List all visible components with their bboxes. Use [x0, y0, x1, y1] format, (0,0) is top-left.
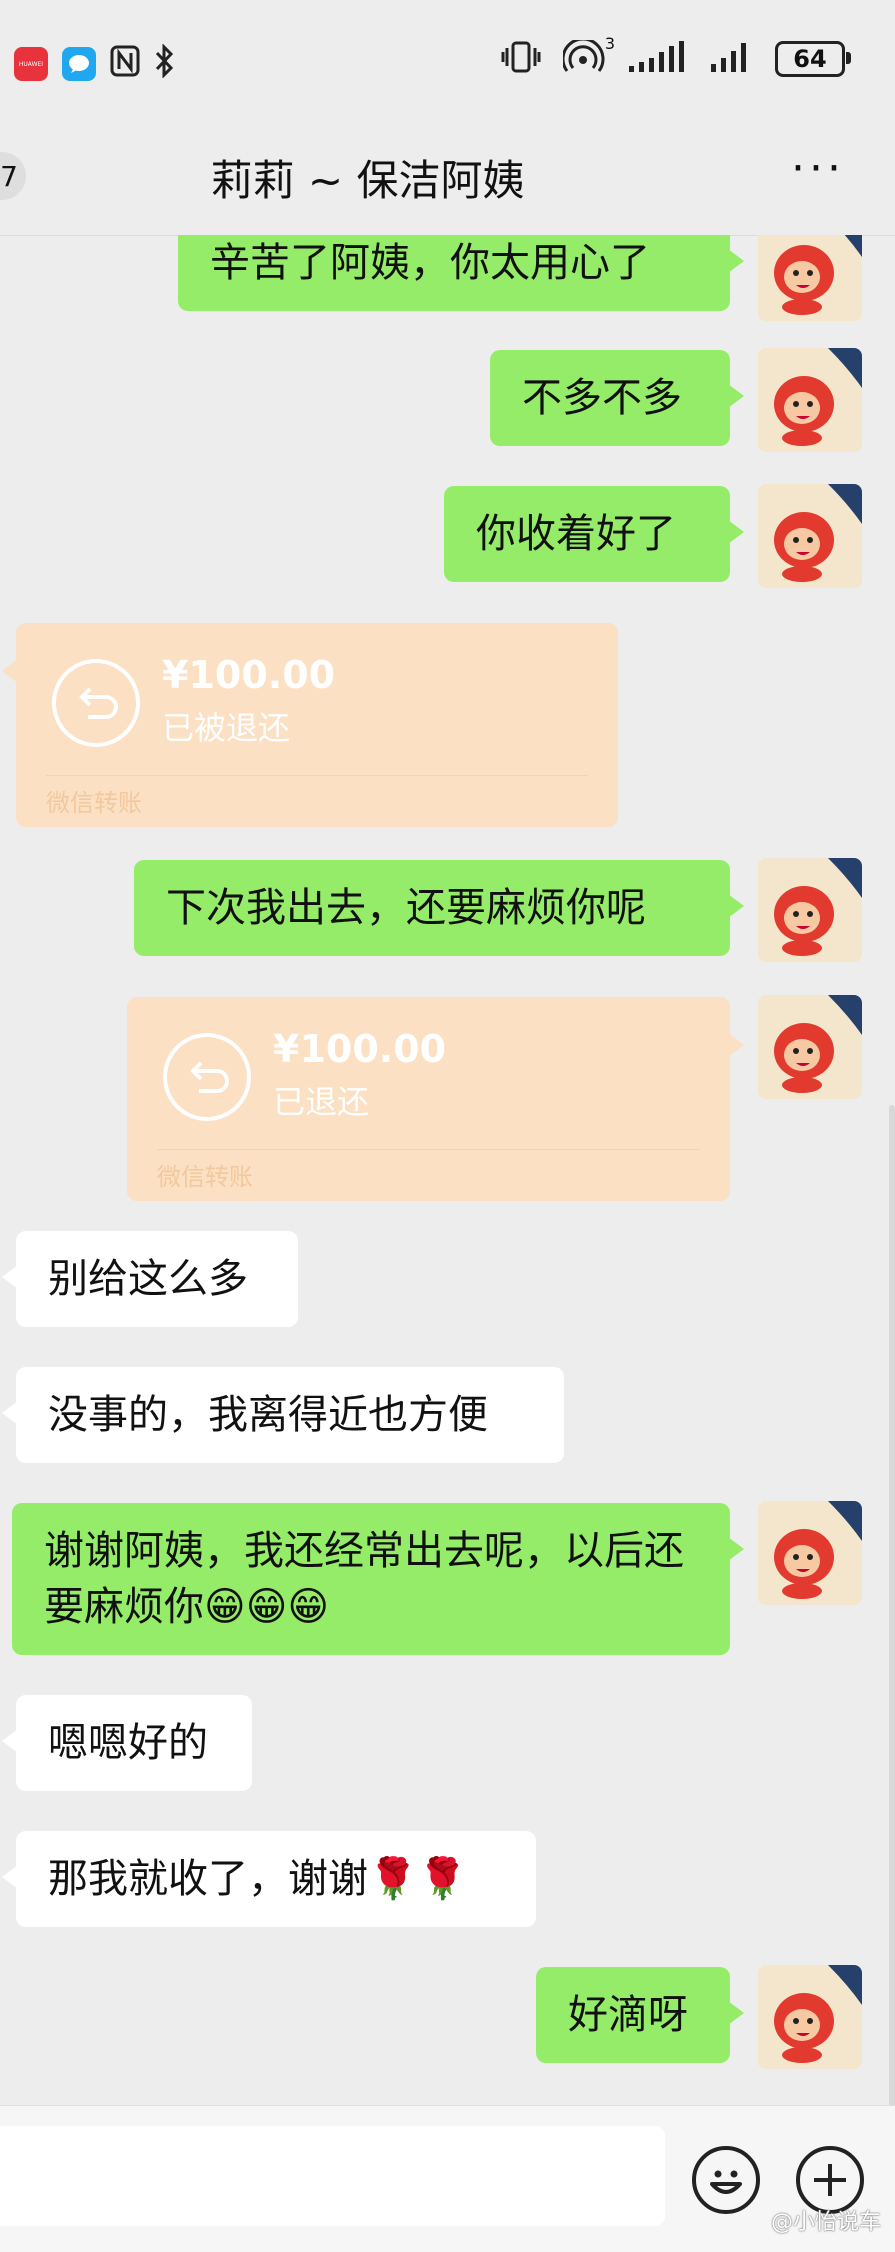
watermark: @小怡说车 [770, 2210, 881, 2235]
incoming-message[interactable]: 别给这么多 [2, 1231, 298, 1327]
divider [157, 1149, 700, 1150]
outgoing-message[interactable]: 谢谢阿姨，我还经常出去呢，以后还要麻烦你😁😁😁 [12, 1503, 744, 1655]
transfer-amount: ¥100.00 [273, 1027, 447, 1071]
refund-icon [163, 1033, 251, 1121]
transfer-footer: 微信转账 [157, 1163, 253, 1191]
vibrate-icon [501, 40, 541, 78]
avatar[interactable] [758, 235, 862, 321]
hotspot-count: 3 [604, 34, 615, 53]
more-options-button[interactable]: ··· [791, 143, 845, 194]
hotspot-icon: 3 [561, 34, 615, 78]
avatar[interactable] [758, 1501, 862, 1605]
outgoing-message[interactable]: 好滴呀 [536, 1967, 744, 2063]
emoji-button[interactable] [692, 2146, 760, 2214]
scrollbar[interactable] [889, 1105, 895, 2105]
transfer-status: 已退还 [273, 1083, 370, 1121]
message-icon [62, 47, 96, 81]
refund-icon [52, 659, 140, 747]
signal-icon-1 [627, 40, 687, 78]
avatar[interactable] [758, 348, 862, 452]
transfer-status: 已被退还 [162, 709, 291, 747]
plus-icon [814, 2164, 846, 2196]
battery-indicator: 64 [775, 41, 851, 77]
chat-title: 莉莉 ~ 保洁阿姨 [210, 156, 525, 205]
transfer-footer: 微信转账 [46, 789, 142, 817]
signal-icon-2 [709, 40, 753, 78]
outgoing-message[interactable]: 下次我出去，还要麻烦你呢 [134, 860, 744, 956]
smile-icon [710, 2170, 742, 2194]
transfer-card[interactable]: ¥100.00 已退还 微信转账 [127, 997, 744, 1201]
outgoing-message[interactable]: 辛苦了阿姨，你太用心了 [178, 235, 744, 311]
incoming-message[interactable]: 嗯嗯好的 [2, 1695, 252, 1791]
bluetooth-icon [154, 43, 176, 84]
outgoing-message[interactable]: 你收着好了 [444, 486, 744, 582]
app-gallery-label: HUAWEI [18, 60, 44, 68]
avatar[interactable] [758, 1965, 862, 2069]
battery-level: 64 [793, 45, 827, 73]
divider [46, 775, 588, 776]
avatar[interactable] [758, 995, 862, 1099]
huawei-appgallery-icon: HUAWEI [14, 47, 48, 81]
avatar[interactable] [758, 858, 862, 962]
status-bar: HUAWEI 3 64 [0, 0, 895, 125]
chat-header: 7 莉莉 ~ 保洁阿姨 ··· [0, 125, 895, 236]
incoming-message[interactable]: 那我就收了，谢谢🌹🌹 [2, 1831, 536, 1927]
input-bar: @小怡说车 [0, 2105, 895, 2252]
incoming-message[interactable]: 没事的，我离得近也方便 [2, 1367, 564, 1463]
transfer-card[interactable]: ¥100.00 已被退还 微信转账 [2, 623, 618, 827]
message-list[interactable]: 辛苦了阿姨，你太用心了 不多不多 你收着好了 ¥100.00 已被退还 微信转账… [0, 235, 895, 2105]
message-input[interactable] [0, 2126, 665, 2226]
transfer-amount: ¥100.00 [162, 653, 336, 697]
outgoing-message[interactable]: 不多不多 [490, 350, 744, 446]
avatar[interactable] [758, 484, 862, 588]
nfc-icon [110, 45, 140, 83]
